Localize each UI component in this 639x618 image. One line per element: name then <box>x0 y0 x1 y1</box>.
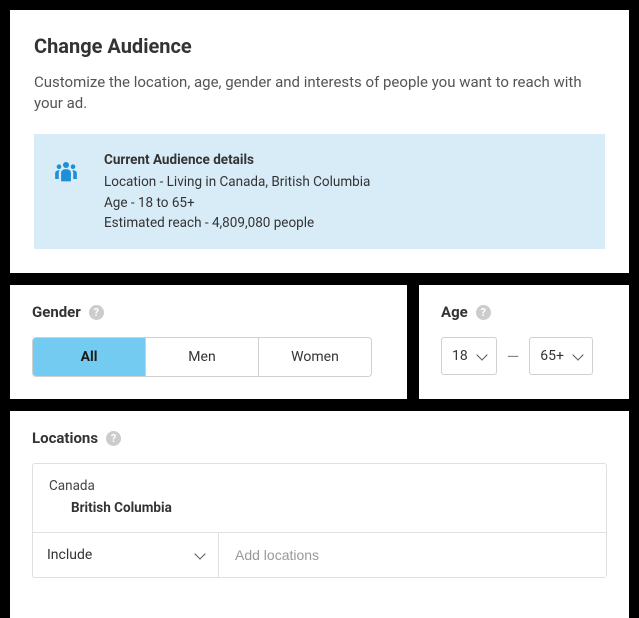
change-audience-card: Change Audience Customize the location, … <box>10 10 629 273</box>
age-min-value: 18 <box>452 348 468 364</box>
chevron-down-icon <box>572 349 583 360</box>
age-max-select[interactable]: 65+ <box>529 337 593 375</box>
include-exclude-select[interactable]: Include <box>33 533 219 577</box>
gender-option-men[interactable]: Men <box>146 338 259 376</box>
current-reach: Estimated reach - 4,809,080 people <box>104 213 370 233</box>
help-icon[interactable]: ? <box>89 305 104 320</box>
gender-label: Gender <box>32 303 81 321</box>
page-subtitle: Customize the location, age, gender and … <box>34 72 605 114</box>
gender-segmented-control: All Men Women <box>32 337 372 377</box>
gender-option-all[interactable]: All <box>33 338 146 376</box>
help-icon[interactable]: ? <box>476 305 491 320</box>
help-icon[interactable]: ? <box>106 431 121 446</box>
locations-box: Canada British Columbia Include <box>32 463 607 578</box>
locations-card: Locations ? Canada British Columbia Incl… <box>10 411 629 618</box>
chevron-down-icon <box>194 548 205 559</box>
age-range-separator: — <box>507 347 520 366</box>
location-country: Canada <box>49 478 590 494</box>
current-location: Location - Living in Canada, British Col… <box>104 172 370 192</box>
age-card: Age ? 18 — 65+ <box>419 285 629 399</box>
age-max-value: 65+ <box>540 348 564 364</box>
age-label: Age <box>441 303 468 321</box>
locations-label: Locations <box>32 429 98 447</box>
chevron-down-icon <box>476 349 487 360</box>
current-audience-details: Current Audience details Location - Livi… <box>104 150 370 233</box>
page-title: Change Audience <box>34 34 605 58</box>
gender-card: Gender ? All Men Women <box>10 285 407 399</box>
include-label: Include <box>47 547 92 563</box>
current-audience-title: Current Audience details <box>104 150 370 170</box>
current-age: Age - 18 to 65+ <box>104 193 370 213</box>
add-locations-input[interactable] <box>219 533 606 577</box>
location-region: British Columbia <box>71 500 590 516</box>
gender-option-women[interactable]: Women <box>259 338 371 376</box>
current-audience-box: Current Audience details Location - Livi… <box>34 134 605 249</box>
age-min-select[interactable]: 18 <box>441 337 497 375</box>
people-icon <box>52 158 80 190</box>
